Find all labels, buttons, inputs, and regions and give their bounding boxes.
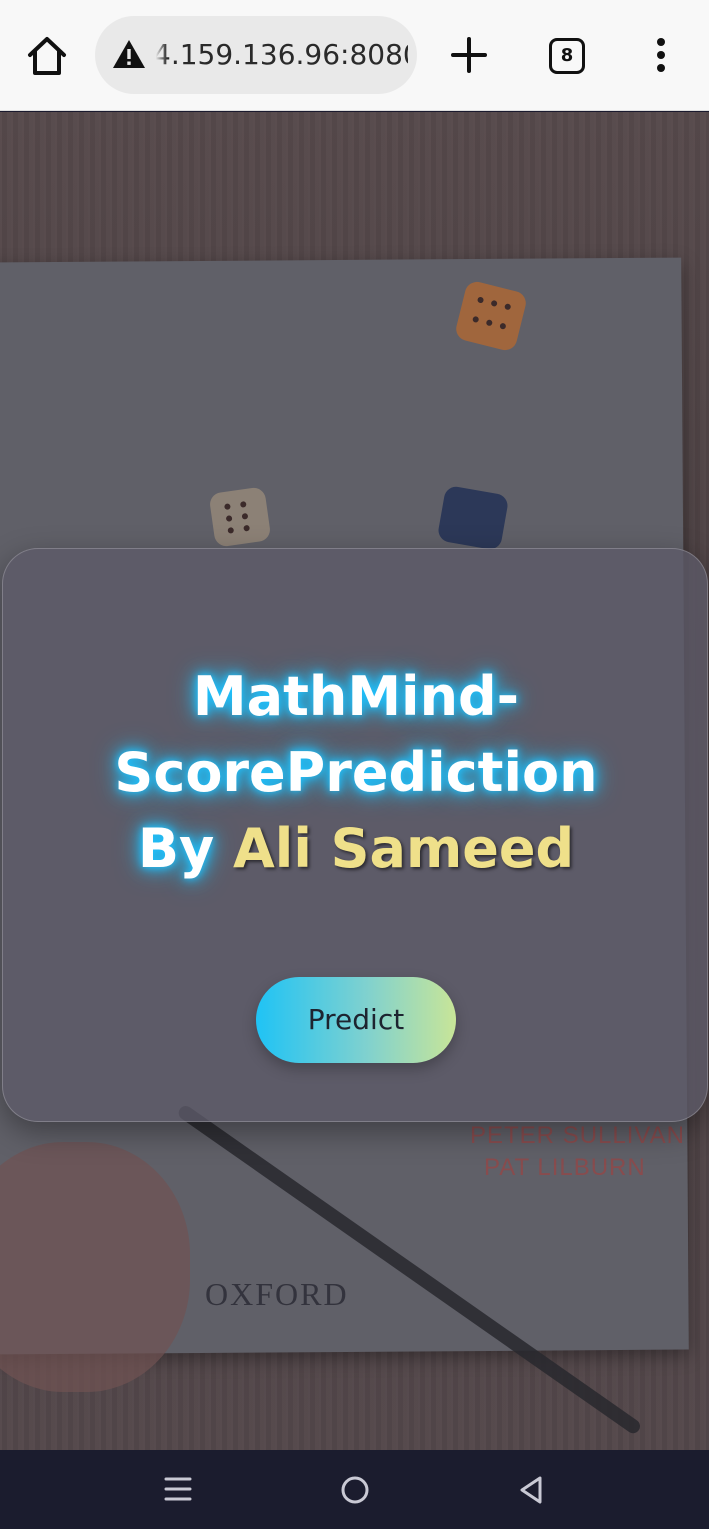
dice-white-image (208, 486, 272, 548)
tab-count: 8 (560, 45, 574, 66)
browser-menu-button[interactable] (648, 36, 674, 76)
system-nav-bar (0, 1450, 709, 1529)
url-text[interactable]: 4.159.136.96:8080 (153, 36, 408, 74)
title-line-1: MathMind- (192, 665, 520, 728)
predict-button[interactable]: Predict (256, 977, 456, 1063)
tab-switcher-button[interactable]: 8 (549, 38, 585, 74)
title-line-3: By Ali Sameed (33, 811, 679, 887)
system-back-button[interactable] (516, 1474, 546, 1506)
url-fade-overlay (153, 36, 167, 74)
address-bar[interactable]: 4.159.136.96:8080 (95, 16, 417, 94)
hand-image (0, 1142, 190, 1392)
home-circle-icon (341, 1476, 369, 1504)
home-icon (28, 37, 66, 75)
book-publisher-text: OXFORD (205, 1276, 349, 1312)
plus-icon (451, 37, 487, 73)
warning-icon[interactable] (111, 38, 147, 70)
author-name: Ali Sameed (233, 817, 575, 880)
page-title: MathMind- ScorePrediction By Ali Sameed (33, 659, 679, 887)
recent-apps-button[interactable] (163, 1474, 193, 1504)
title-line-2: ScorePrediction (114, 741, 598, 804)
system-home-button[interactable] (339, 1474, 371, 1506)
book-author-text: PETER SULLIVAN PAT LILBURN (470, 1120, 700, 1184)
book-author-line2: PAT LILBURN (484, 1154, 646, 1181)
by-label: By (137, 817, 215, 880)
dice-blue-image (436, 484, 510, 552)
browser-toolbar: 4.159.136.96:8080 8 (0, 0, 709, 111)
back-triangle-icon (520, 1476, 542, 1504)
browser-home-button[interactable] (22, 33, 72, 79)
recent-apps-icon (164, 1477, 192, 1501)
hero-card: MathMind- ScorePrediction By Ali Sameed … (2, 548, 708, 1122)
new-tab-button[interactable] (448, 33, 490, 77)
more-vert-icon (657, 38, 665, 72)
book-author-line1: PETER SULLIVAN (470, 1122, 685, 1149)
